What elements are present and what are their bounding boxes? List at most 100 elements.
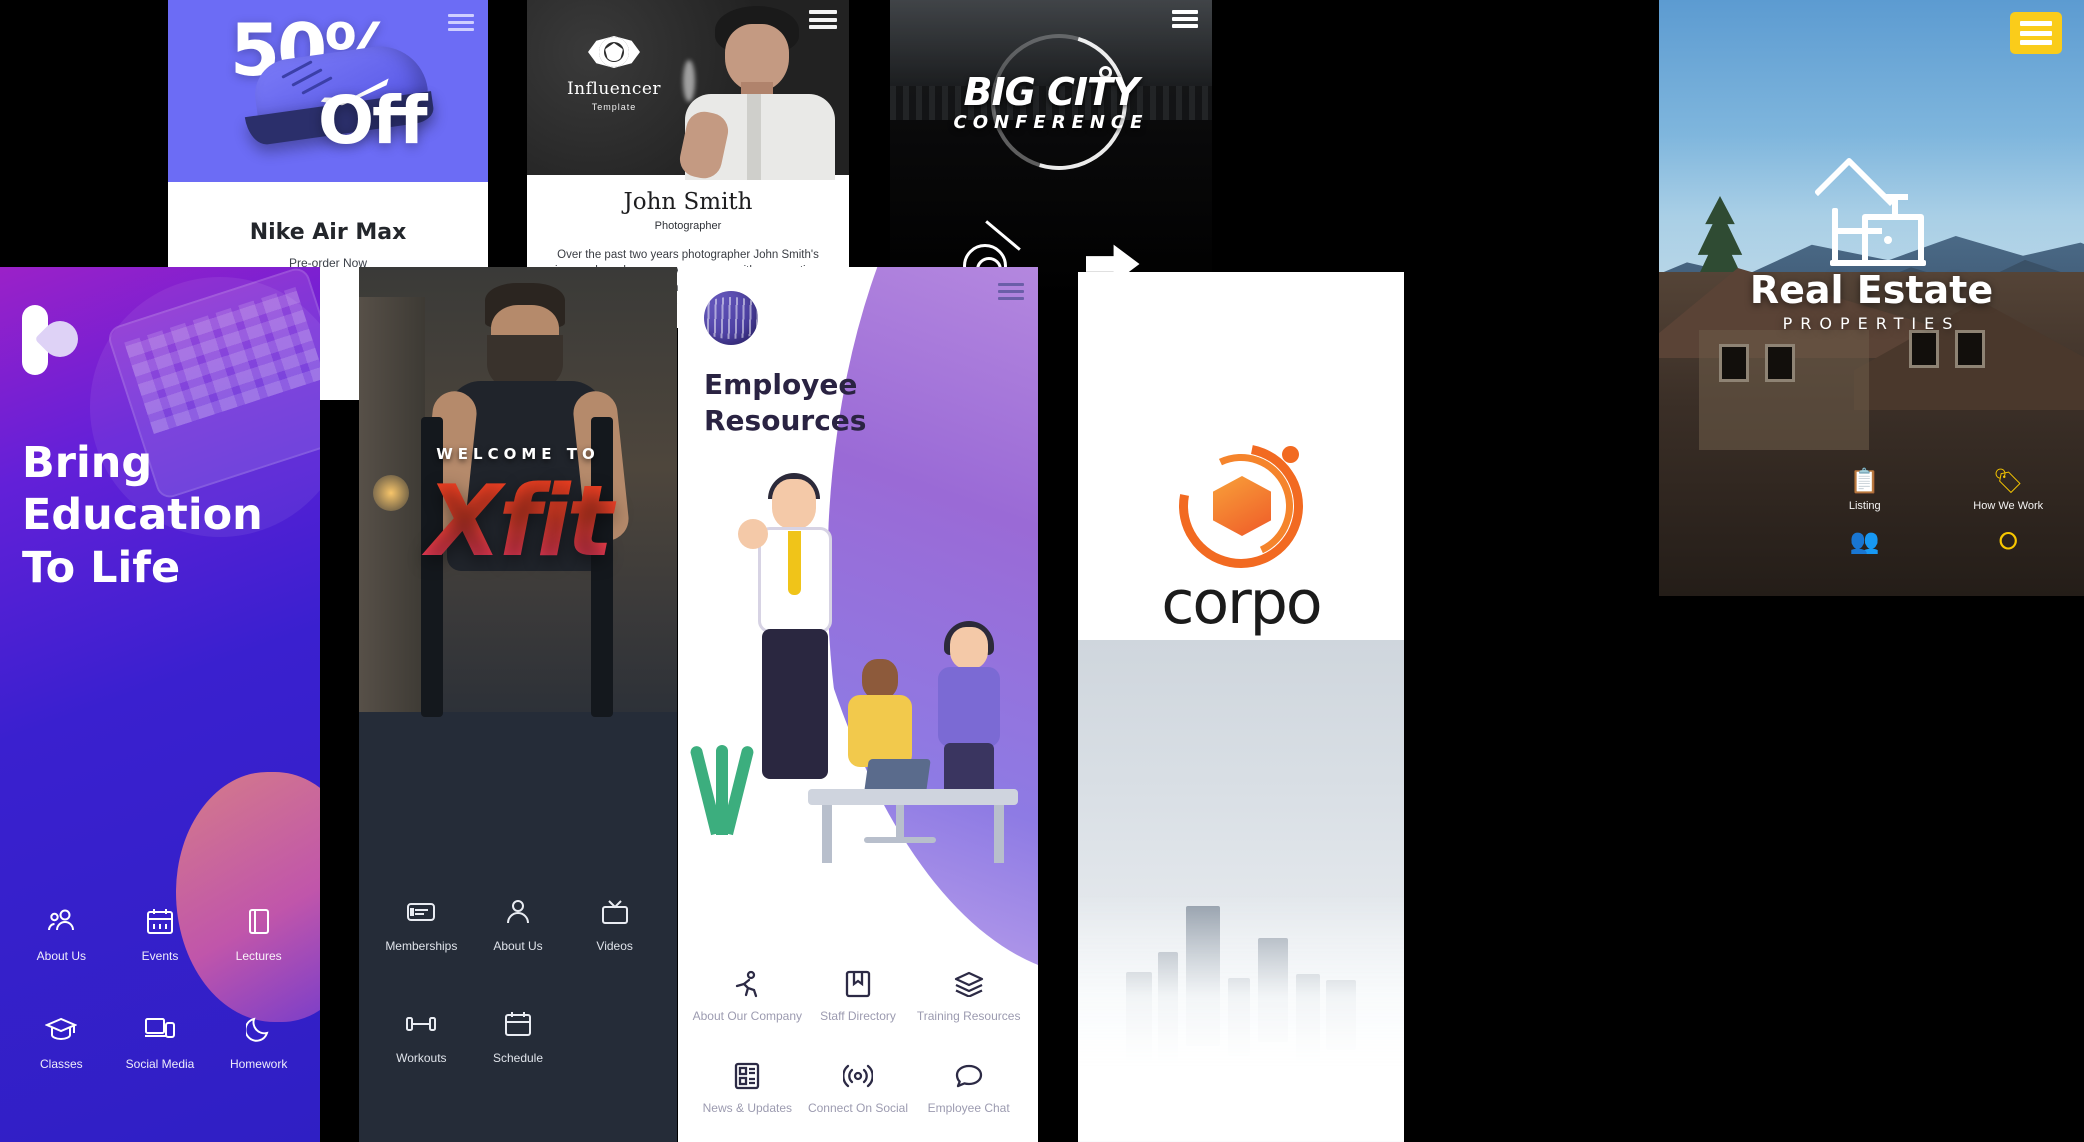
- logo-subtitle: Template: [591, 102, 637, 112]
- brand-title: Real Estate: [1749, 268, 1994, 312]
- tile-news-updates[interactable]: News & Updates: [692, 1059, 803, 1117]
- tile-label: Listing: [1848, 500, 1881, 512]
- xfit-gym-card[interactable]: WELCOME TO Xfit Memberships About Us Vid…: [359, 267, 677, 1142]
- tile-label: News & Updates: [702, 1100, 793, 1115]
- education-headline: Bring Education To Life: [22, 437, 300, 594]
- hamburger-menu-icon[interactable]: [998, 283, 1024, 300]
- tile-social-media[interactable]: Social Media: [111, 1013, 210, 1071]
- title-line-2: Resources: [704, 404, 867, 438]
- tile-label: Lectures: [235, 949, 282, 963]
- tile-staff-directory[interactable]: Staff Directory: [803, 967, 914, 1025]
- circle-icon: ⭘: [1998, 528, 2018, 555]
- office-illustration: [689, 457, 1038, 863]
- education-tile-grid: About Us Events Lectures Classes Social …: [0, 905, 320, 1071]
- tile-schedule[interactable]: Schedule: [470, 1009, 567, 1065]
- house-window: [1719, 344, 1749, 382]
- tile-workouts[interactable]: Workouts: [373, 1009, 470, 1065]
- tile-label: About Us: [36, 949, 86, 963]
- discount-off-label: Off: [318, 82, 428, 159]
- tile-label: How We Work: [1973, 500, 2044, 512]
- directory-board-icon: [803, 967, 914, 1001]
- tile-memberships[interactable]: Memberships: [373, 897, 470, 953]
- headline-line-2: Education: [22, 490, 263, 541]
- corpo-wordmark: corpo: [1161, 568, 1322, 638]
- tile-label: About Our Company: [692, 1009, 803, 1023]
- real-estate-card[interactable]: Real Estate PROPERTIES 📋 Listing 🏷 How W…: [1659, 0, 2084, 596]
- tile-label: Connect On Social: [807, 1100, 909, 1115]
- hamburger-menu-icon[interactable]: [2010, 12, 2062, 54]
- tile-homework[interactable]: Homework: [209, 1013, 308, 1071]
- membership-card-icon: [373, 897, 470, 927]
- tile-blank[interactable]: [566, 1009, 663, 1065]
- conference-subtitle: CONFERENCE: [953, 112, 1149, 133]
- big-city-conference-card[interactable]: BIG CITY CONFERENCE: [890, 0, 1212, 298]
- employee-resources-card[interactable]: Employee Resources About Our Company Sta…: [678, 267, 1038, 1142]
- tile-circle[interactable]: ⭘: [1957, 530, 2061, 560]
- people-group-icon: 👥: [1849, 528, 1880, 555]
- broadcast-icon: [803, 1059, 914, 1093]
- tile-videos[interactable]: Videos: [566, 897, 663, 953]
- photographer-photo: [676, 2, 849, 182]
- house-window: [1909, 330, 1939, 368]
- xfit-tile-grid: Memberships About Us Videos Workouts Sch…: [359, 897, 677, 1065]
- tile-label: Classes: [39, 1057, 83, 1071]
- corpo-top: corpo: [1078, 272, 1404, 640]
- title-line-1: Employee: [704, 368, 858, 401]
- conference-title: BIG CITY: [963, 70, 1140, 114]
- tile-label: Social Media: [125, 1057, 195, 1071]
- tile-how-we-work[interactable]: 🏷 How We Work: [1957, 468, 2061, 513]
- tile-label: Events: [141, 949, 179, 963]
- clipboard-listing-icon: 📋: [1849, 468, 1880, 495]
- product-title: Nike Air Max: [249, 220, 407, 245]
- running-person-icon: [692, 967, 803, 1001]
- house-outline-icon: [1810, 172, 1934, 266]
- calendar-icon: [470, 1009, 567, 1039]
- person-standing-2: [926, 621, 1012, 797]
- employee-tile-grid: About Our Company Staff Directory Traini…: [678, 967, 1038, 1116]
- headline-line-3: To Life: [22, 542, 181, 593]
- tile-label: Schedule: [492, 1051, 544, 1065]
- real-estate-tile-grid: 📋 Listing 🏷 How We Work 👥 ⭘: [1789, 470, 2084, 560]
- tile-employee-chat[interactable]: Employee Chat: [913, 1059, 1024, 1117]
- tv-icon: [566, 897, 663, 927]
- tile-connect-on-social[interactable]: Connect On Social: [803, 1059, 914, 1117]
- chat-bubble-icon: [913, 1059, 1024, 1093]
- house-window: [1955, 330, 1985, 368]
- book-icon: [209, 905, 308, 937]
- logo-name: Influencer: [566, 79, 662, 99]
- tile-about-our-company[interactable]: About Our Company: [692, 967, 803, 1025]
- employee-title: Employee Resources: [704, 367, 904, 440]
- tile-about-us[interactable]: About Us: [12, 905, 111, 963]
- tile-lectures[interactable]: Lectures: [209, 905, 308, 963]
- xfit-logo: Xfit: [359, 465, 677, 579]
- price-tag-icon: 🏷: [1993, 468, 2024, 495]
- corpo-card[interactable]: corpo: [1078, 272, 1404, 1142]
- orange-orbit-hex-icon: [1154, 419, 1328, 593]
- moon-icon: [209, 1013, 308, 1045]
- education-card[interactable]: Bring Education To Life About Us Events …: [0, 267, 320, 1142]
- tile-label: Homework: [229, 1057, 288, 1071]
- calendar-icon: [111, 905, 210, 937]
- blank-icon: [566, 1009, 663, 1039]
- real-estate-logo: Real Estate PROPERTIES: [1659, 172, 2084, 333]
- sphere-logo-icon[interactable]: [704, 291, 758, 345]
- tile-about-us[interactable]: About Us: [470, 897, 567, 953]
- tile-label: Workouts: [396, 1051, 447, 1065]
- tile-label: Employee Chat: [927, 1100, 1010, 1115]
- person-icon: [470, 897, 567, 927]
- tile-label: Memberships: [385, 939, 458, 953]
- bigcity-logo: BIG CITY CONFERENCE: [890, 10, 1212, 194]
- person-role: Photographer: [654, 220, 722, 232]
- tile-label: Videos: [596, 939, 633, 953]
- welcome-text: WELCOME TO: [436, 445, 600, 463]
- desk-illustration: [808, 789, 1018, 863]
- person-name: John Smith: [623, 189, 753, 215]
- tile-people[interactable]: 👥: [1813, 530, 1917, 560]
- tile-classes[interactable]: Classes: [12, 1013, 111, 1071]
- heart-leaf-logo-icon[interactable]: [22, 305, 86, 375]
- tile-listing[interactable]: 📋 Listing: [1813, 468, 1917, 513]
- tile-events[interactable]: Events: [111, 905, 210, 963]
- camera-aperture-icon: [588, 32, 640, 72]
- headline-line-1: Bring: [22, 438, 153, 488]
- tile-training-resources[interactable]: Training Resources: [913, 967, 1024, 1025]
